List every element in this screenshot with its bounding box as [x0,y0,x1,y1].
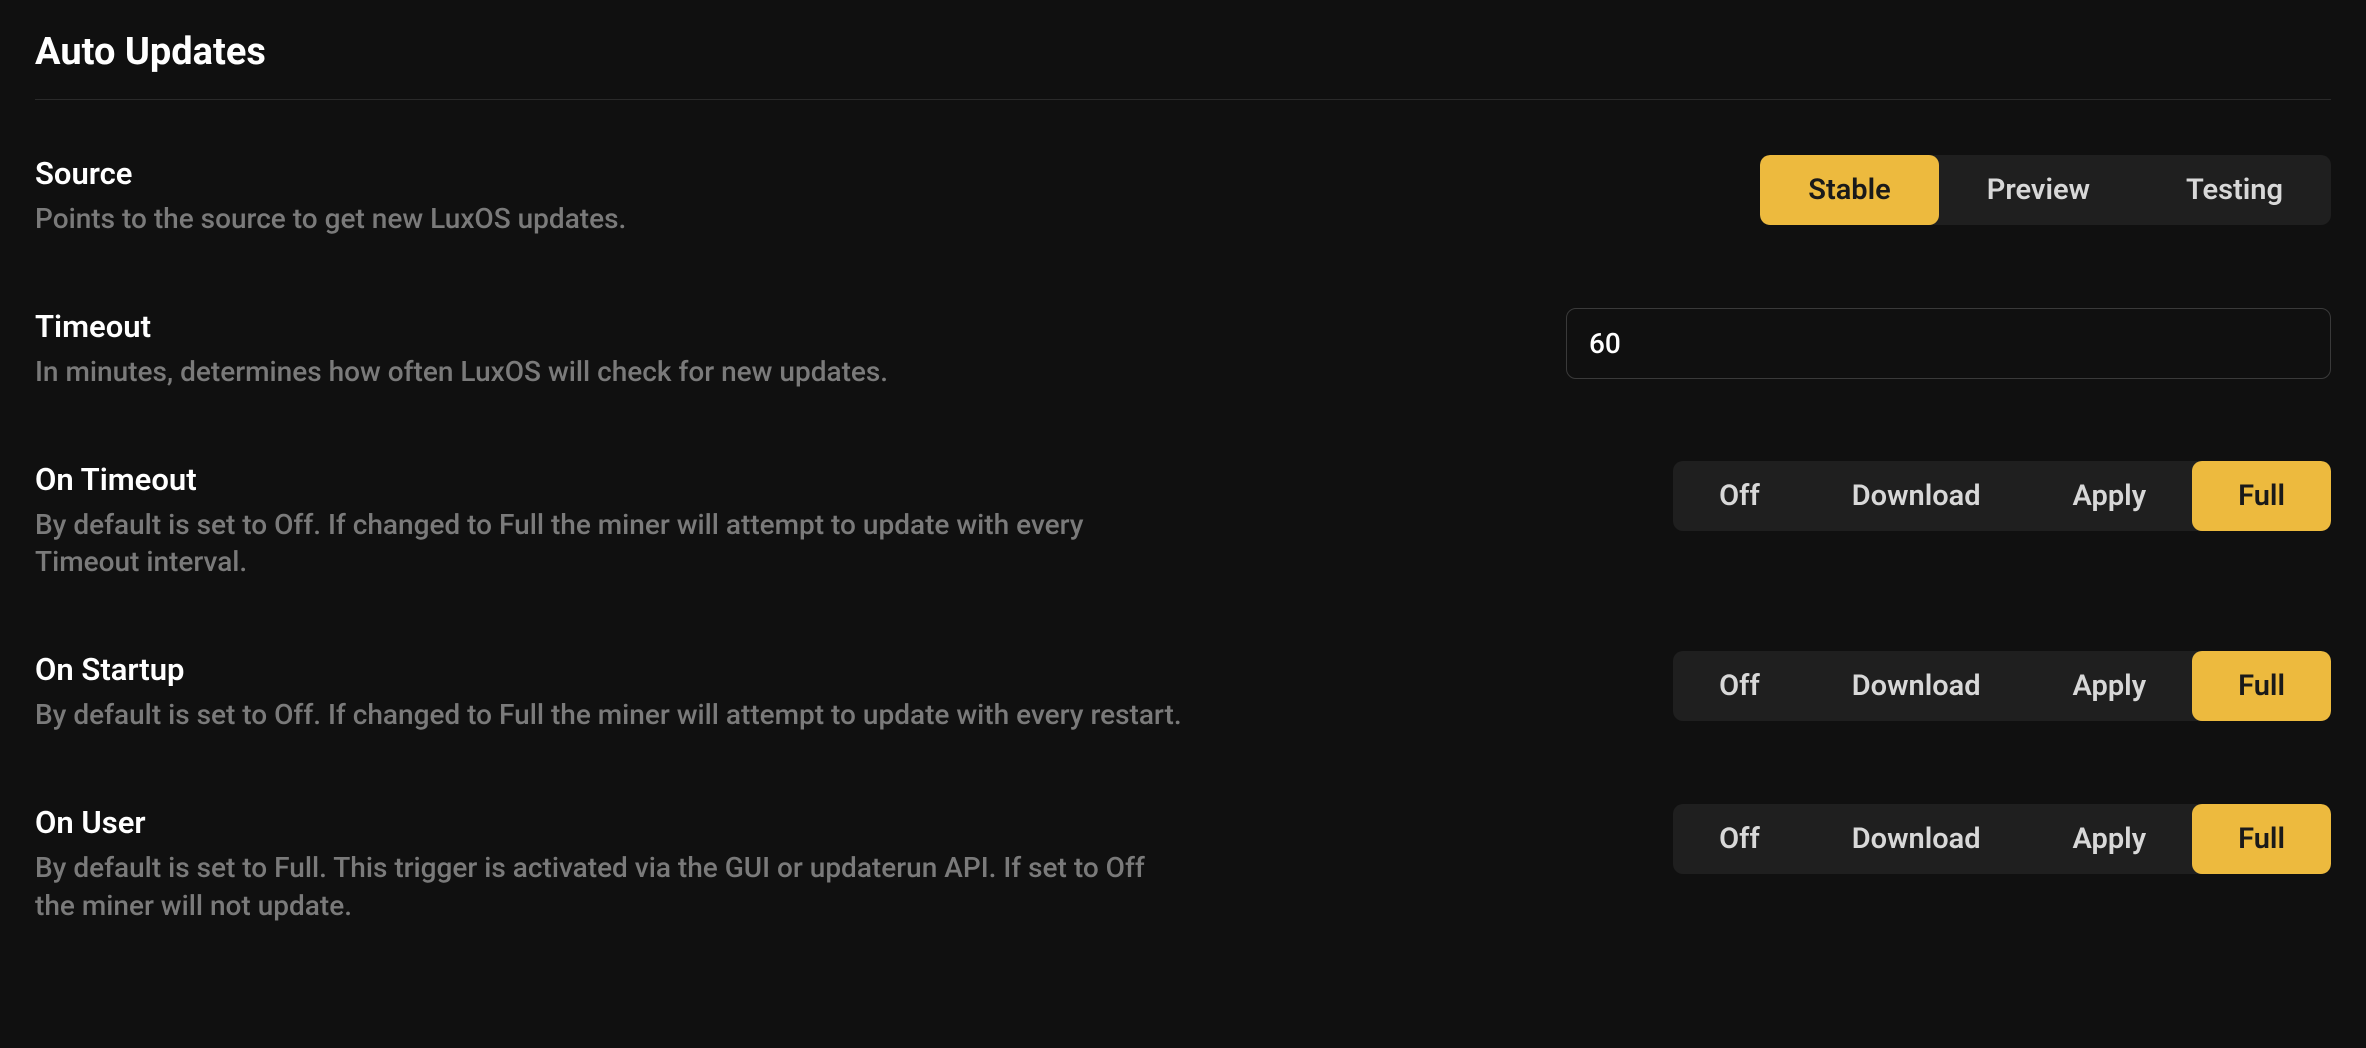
setting-row-on-timeout: On Timeout By default is set to Off. If … [35,461,2331,582]
setting-description-timeout: In minutes, determines how often LuxOS w… [35,353,1185,391]
timeout-input[interactable] [1566,308,2331,379]
on-user-option-full[interactable]: Full [2192,804,2331,874]
setting-name-source: Source [35,155,1185,192]
setting-label: Timeout In minutes, determines how often… [35,308,1185,391]
on-timeout-option-full[interactable]: Full [2192,461,2331,531]
setting-name-timeout: Timeout [35,308,1185,345]
source-option-preview[interactable]: Preview [1939,155,2138,225]
setting-description-source: Points to the source to get new LuxOS up… [35,200,1185,238]
setting-description-on-timeout: By default is set to Off. If changed to … [35,506,1185,582]
setting-label: On User By default is set to Full. This … [35,804,1185,925]
setting-name-on-user: On User [35,804,1185,841]
on-timeout-option-apply[interactable]: Apply [2027,461,2193,531]
setting-row-source: Source Points to the source to get new L… [35,155,2331,238]
on-startup-segment-group: Off Download Apply Full [1673,651,2331,721]
source-option-stable[interactable]: Stable [1760,155,1938,225]
setting-control-timeout [1566,308,2331,379]
on-user-option-apply[interactable]: Apply [2027,804,2193,874]
setting-name-on-startup: On Startup [35,651,1185,688]
on-timeout-option-off[interactable]: Off [1673,461,1806,531]
on-startup-option-full[interactable]: Full [2192,651,2331,721]
setting-row-on-user: On User By default is set to Full. This … [35,804,2331,925]
divider [35,99,2331,100]
setting-description-on-user: By default is set to Full. This trigger … [35,849,1185,925]
setting-description-on-startup: By default is set to Off. If changed to … [35,696,1185,734]
setting-control-source: Stable Preview Testing [1760,155,2331,225]
on-user-segment-group: Off Download Apply Full [1673,804,2331,874]
on-user-option-off[interactable]: Off [1673,804,1806,874]
on-timeout-option-download[interactable]: Download [1806,461,2027,531]
setting-name-on-timeout: On Timeout [35,461,1185,498]
setting-label: On Timeout By default is set to Off. If … [35,461,1185,582]
on-user-option-download[interactable]: Download [1806,804,2027,874]
source-option-testing[interactable]: Testing [2138,155,2331,225]
setting-control-on-timeout: Off Download Apply Full [1673,461,2331,531]
on-startup-option-apply[interactable]: Apply [2027,651,2193,721]
setting-control-on-user: Off Download Apply Full [1673,804,2331,874]
on-timeout-segment-group: Off Download Apply Full [1673,461,2331,531]
setting-row-on-startup: On Startup By default is set to Off. If … [35,651,2331,734]
on-startup-option-download[interactable]: Download [1806,651,2027,721]
setting-control-on-startup: Off Download Apply Full [1673,651,2331,721]
section-title: Auto Updates [35,30,2331,74]
setting-label: On Startup By default is set to Off. If … [35,651,1185,734]
setting-row-timeout: Timeout In minutes, determines how often… [35,308,2331,391]
source-segment-group: Stable Preview Testing [1760,155,2331,225]
setting-label: Source Points to the source to get new L… [35,155,1185,238]
on-startup-option-off[interactable]: Off [1673,651,1806,721]
